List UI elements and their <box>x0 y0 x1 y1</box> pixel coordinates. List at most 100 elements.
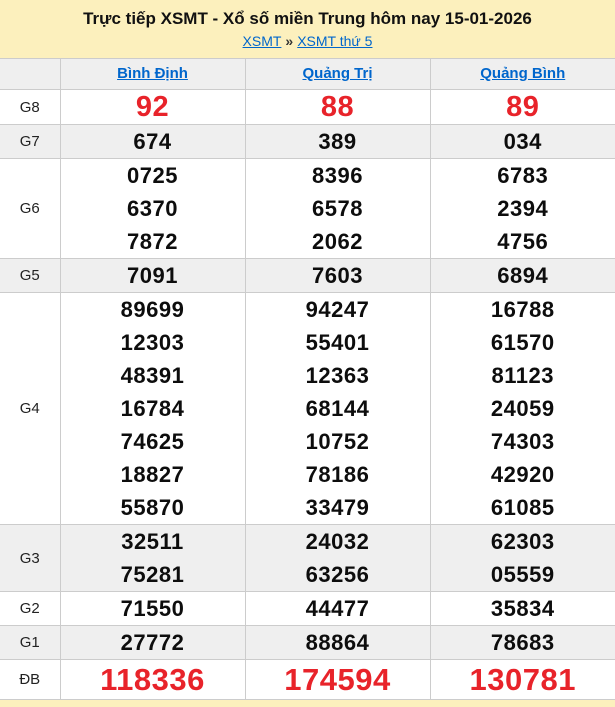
prize-value: 27772 <box>120 630 185 655</box>
column-header-quang-tri: Quảng Trị <box>244 58 431 90</box>
row-label-g2: G2 <box>0 591 61 626</box>
prize-cell: 16788 61570 81123 24059 74303 42920 6108… <box>429 292 615 525</box>
prize-cell: 27772 <box>59 625 246 660</box>
prize-value: 35834 <box>490 596 555 621</box>
prize-value: 88 <box>320 91 355 123</box>
prize-cell: 6783 2394 4756 <box>429 158 615 259</box>
prize-value: 24032 <box>305 529 370 554</box>
column-header-binh-dinh: Bình Định <box>59 58 246 90</box>
prize-row-g4: G4 89699 12303 48391 16784 74625 18827 5… <box>0 292 615 525</box>
prize-row-g7: G7 674 389 034 <box>0 124 615 159</box>
page-header: Trực tiếp XSMT - Xổ số miền Trung hôm na… <box>0 0 615 50</box>
prize-value: 78186 <box>305 462 370 487</box>
prize-value: 118336 <box>100 662 205 697</box>
prize-row-db: ĐB 118336 174594 130781 <box>0 659 615 700</box>
prize-cell: 674 <box>59 124 246 159</box>
prize-row-g5: G5 7091 7603 6894 <box>0 258 615 293</box>
prize-value: 74303 <box>490 429 555 454</box>
row-label-db: ĐB <box>0 659 61 700</box>
prize-value: 7603 <box>312 263 363 288</box>
prize-value: 68144 <box>305 396 370 421</box>
prize-cell: 94247 55401 12363 68144 10752 78186 3347… <box>244 292 431 525</box>
prize-value: 034 <box>503 129 542 154</box>
prize-value: 2394 <box>497 196 549 221</box>
prize-cell: 24032 63256 <box>244 524 431 592</box>
prize-value: 94247 <box>305 297 370 322</box>
row-label-g1: G1 <box>0 625 61 660</box>
prize-value: 674 <box>133 129 172 154</box>
prize-cell: 35834 <box>429 591 615 626</box>
prize-value: 63256 <box>305 562 370 587</box>
breadcrumb-link-xsmt[interactable]: XSMT <box>243 33 282 49</box>
prize-cell: 034 <box>429 124 615 159</box>
prize-value: 05559 <box>490 562 555 587</box>
prize-value: 81123 <box>491 363 554 388</box>
prize-cell: 389 <box>244 124 431 159</box>
prize-cell: 88 <box>244 89 431 125</box>
prize-value: 55870 <box>120 495 185 520</box>
province-link-binh-dinh[interactable]: Bình Định <box>117 65 188 82</box>
prize-value: 32511 <box>121 529 184 554</box>
prize-value: 4756 <box>497 229 549 254</box>
prize-value: 61570 <box>490 330 555 355</box>
prize-value: 16788 <box>490 297 555 322</box>
prize-cell: 118336 <box>59 659 246 700</box>
prize-row-g8: G8 92 88 89 <box>0 89 615 125</box>
prize-value: 6783 <box>497 163 549 188</box>
prize-cell: 130781 <box>429 659 615 700</box>
prize-value: 389 <box>318 129 357 154</box>
province-link-quang-tri[interactable]: Quảng Trị <box>302 65 372 82</box>
prize-cell: 88864 <box>244 625 431 660</box>
prize-value: 48391 <box>120 363 185 388</box>
prize-value: 16784 <box>120 396 185 421</box>
prize-cell: 89699 12303 48391 16784 74625 18827 5587… <box>59 292 246 525</box>
prize-cell: 92 <box>59 89 246 125</box>
prize-row-g3: G3 32511 75281 24032 63256 62303 05559 <box>0 524 615 592</box>
breadcrumb: XSMT» XSMT thứ 5 <box>0 32 615 50</box>
prize-value: 71550 <box>120 596 185 621</box>
column-header-quang-binh: Quảng Bình <box>429 58 615 90</box>
province-link-quang-binh[interactable]: Quảng Bình <box>480 65 565 82</box>
prize-value: 74625 <box>120 429 185 454</box>
prize-value: 55401 <box>305 330 370 355</box>
prize-cell: 7091 <box>59 258 246 293</box>
prize-value: 2062 <box>312 229 363 254</box>
prize-value: 44477 <box>305 596 370 621</box>
prize-value: 174594 <box>284 662 391 697</box>
prize-value: 130781 <box>469 662 576 697</box>
prize-value: 78683 <box>490 630 555 655</box>
prize-value: 8396 <box>312 163 363 188</box>
prize-value: 89 <box>506 91 540 123</box>
prize-cell: 78683 <box>429 625 615 660</box>
prize-value: 6578 <box>312 196 363 221</box>
prize-row-g1: G1 27772 88864 78683 <box>0 625 615 660</box>
prize-cell: 89 <box>429 89 615 125</box>
prize-value: 6894 <box>497 263 549 288</box>
prize-cell: 71550 <box>59 591 246 626</box>
row-label-g5: G5 <box>0 258 61 293</box>
prize-value: 92 <box>135 91 170 123</box>
breadcrumb-link-xsmt-thu5[interactable]: XSMT thứ 5 <box>297 33 372 49</box>
prize-cell: 44477 <box>244 591 431 626</box>
prize-value: 12303 <box>120 330 185 355</box>
prize-row-g2: G2 71550 44477 35834 <box>0 591 615 626</box>
prize-value: 7872 <box>127 229 178 254</box>
prize-value: 42920 <box>490 462 555 487</box>
prize-value: 0725 <box>127 163 178 188</box>
prize-cell: 7603 <box>244 258 431 293</box>
prize-value: 61085 <box>490 495 555 520</box>
prize-row-g6: G6 0725 6370 7872 8396 6578 2062 6783 23… <box>0 158 615 259</box>
prize-cell: 6894 <box>429 258 615 293</box>
row-label-g6: G6 <box>0 158 61 259</box>
prize-value: 89699 <box>120 297 185 322</box>
prize-cell: 174594 <box>244 659 431 700</box>
prize-value: 7091 <box>127 263 178 288</box>
prize-value: 62303 <box>490 529 555 554</box>
column-header-row: Bình Định Quảng Trị Quảng Bình <box>0 58 615 90</box>
prize-cell: 62303 05559 <box>429 524 615 592</box>
prize-value: 88864 <box>305 630 370 655</box>
row-label-g7: G7 <box>0 124 61 159</box>
prize-value: 10752 <box>305 429 370 454</box>
prize-value: 6370 <box>127 196 178 221</box>
prize-value: 75281 <box>120 562 185 587</box>
